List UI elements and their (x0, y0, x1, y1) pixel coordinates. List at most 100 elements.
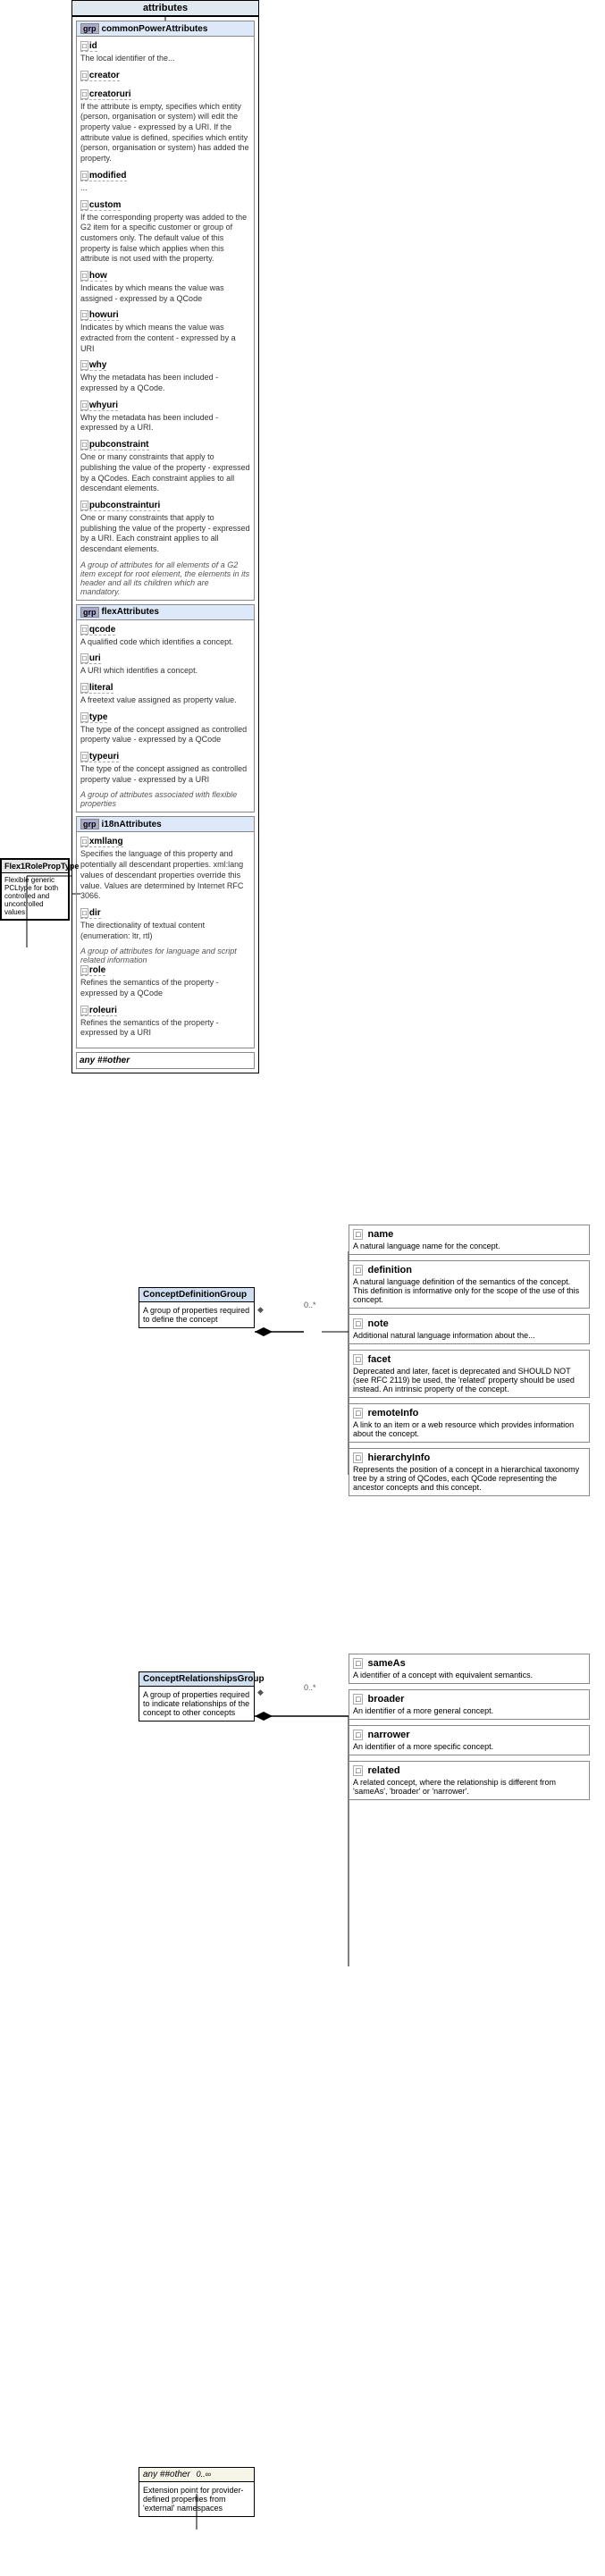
ext-box: any ##other 0..∞ Extension point for pro… (139, 2467, 255, 2517)
concept-rel-desc: A group of properties required to indica… (143, 1690, 249, 1717)
attr-modified-name: □modified (80, 171, 127, 181)
prop-hierarchyinfo-text: hierarchyInfo (368, 1452, 431, 1463)
prop-broader-label: □ broader (353, 1694, 585, 1705)
concept-def-left-mult: ◆ (257, 1305, 264, 1315)
attr-uri: □uri A URI which identifies a concept. (80, 652, 250, 677)
attr-id: □id The local identifier of the... (80, 40, 250, 64)
attr-how-desc: Indicates by which means the value was a… (80, 283, 250, 304)
prop-remoteinfo-text: remoteInfo (368, 1408, 419, 1418)
flex-role-title: Flex1RolePropType (4, 862, 79, 871)
attr-literal-name: □literal (80, 683, 113, 694)
prop-narrower-text: narrower (368, 1730, 410, 1740)
attr-qcode-desc: A qualified code which identifies a conc… (80, 637, 250, 648)
attributes-panel: grp commonPowerAttributes □id The local … (71, 16, 259, 1073)
prop-definition-text: definition (368, 1265, 413, 1275)
ext-header: any ##other 0..∞ (139, 2468, 254, 2482)
flex-attrs-header: grp flexAttributes (77, 605, 254, 620)
attr-id-desc: The local identifier of the... (80, 54, 250, 64)
prop-name-desc: A natural language name for the concept. (353, 1242, 585, 1250)
prop-narrower-label: □ narrower (353, 1730, 585, 1740)
attr-roleuri-desc: Refines the semantics of the property - … (80, 1018, 250, 1039)
attr-custom: □custom If the corresponding property wa… (80, 199, 250, 265)
prop-definition-box: □ definition A natural language definiti… (349, 1260, 590, 1309)
common-power-attrs-label: commonPowerAttributes (102, 24, 208, 34)
prop-narrower-box: □ narrower An identifier of a more speci… (349, 1725, 590, 1755)
concept-rel-right-mult: 0..* (304, 1683, 316, 1692)
attr-xmllang: □xmllang Specifies the language of this … (80, 836, 250, 901)
grp-icon: grp (80, 23, 99, 34)
prop-related-label: □ related (353, 1765, 585, 1776)
prop-hierarchyinfo-desc: Represents the position of a concept in … (353, 1465, 585, 1492)
attr-how: □how Indicates by which means the value … (80, 270, 250, 304)
attr-howuri: □howuri Indicates by which means the val… (80, 309, 250, 354)
common-power-attrs-header: grp commonPowerAttributes (77, 21, 254, 37)
right-relationship-props: □ sameAs A identifier of a concept with … (349, 1654, 590, 1806)
attr-xmllang-desc: Specifies the language of this property … (80, 849, 250, 901)
title-label: attributes (143, 3, 188, 13)
attr-typeuri-name: □typeuri (80, 752, 119, 762)
attr-type-name: □type (80, 712, 107, 723)
flex-role-content: Flexible generic PCLtype for both contro… (2, 873, 68, 919)
prop-remoteinfo-box: □ remoteInfo A link to an item or a web … (349, 1403, 590, 1443)
prop-remoteinfo-label: □ remoteInfo (353, 1408, 585, 1418)
concept-def-label: ConceptDefinitionGroup (143, 1290, 247, 1300)
concept-def-content: A group of properties required to define… (139, 1302, 254, 1327)
ext-content: Extension point for provider-defined pro… (139, 2482, 254, 2516)
attr-dir-name: □dir (80, 908, 101, 919)
flex-grp-icon: grp (80, 607, 99, 618)
prop-sameas-desc: A identifier of a concept with equivalen… (353, 1671, 585, 1679)
prop-facet-text: facet (368, 1354, 391, 1365)
common-power-attrs-content: □id The local identifier of the... □crea… (77, 37, 254, 600)
attr-xmllang-name: □xmllang (80, 837, 123, 847)
attr-howuri-desc: Indicates by which means the value was e… (80, 323, 250, 354)
attr-pubconstrainturi-name: □pubconstrainturi (80, 501, 160, 511)
concept-def-right-mult: 0..* (304, 1301, 316, 1309)
prop-facet-box: □ facet Deprecated and later, facet is d… (349, 1350, 590, 1398)
prop-related-desc: A related concept, where the relationshi… (353, 1778, 585, 1796)
concept-rel-left-mult: ◆ (257, 1688, 264, 1697)
prop-facet-label: □ facet (353, 1354, 585, 1365)
prop-name-box: □ name A natural language name for the c… (349, 1225, 590, 1255)
prop-remoteinfo-desc: A link to an item or a web resource whic… (353, 1420, 585, 1438)
attr-creatoruri-name: □creatoruri (80, 89, 131, 100)
prop-note-desc: Additional natural language information … (353, 1331, 585, 1340)
concept-def-desc: A group of properties required to define… (143, 1306, 249, 1324)
attr-roleuri: □roleuri Refines the semantics of the pr… (80, 1005, 250, 1039)
attr-dir-desc: The directionality of textual content (e… (80, 921, 250, 941)
attr-dir: □dir The directionality of textual conte… (80, 907, 250, 941)
i18n-attrs-header: grp i18nAttributes (77, 817, 254, 832)
prop-name-label: □ name (353, 1229, 585, 1240)
concept-rel-label: ConceptRelationshipsGroup (143, 1674, 265, 1684)
any-other-label: any ##other (80, 1056, 251, 1065)
flex-mandatory-note: A group of attributes associated with fl… (80, 790, 250, 808)
attr-creator: □creator (80, 70, 250, 83)
i18n-attrs-content: □xmllang Specifies the language of this … (77, 832, 254, 1048)
right-definition-props: □ name A natural language name for the c… (349, 1225, 590, 1502)
attr-modified-desc: ... (80, 183, 250, 194)
attr-uri-name: □uri (80, 653, 101, 664)
attr-qcode: □qcode A qualified code which identifies… (80, 624, 250, 648)
page-title: attributes (71, 0, 259, 16)
mult-label-rel: 0..* (304, 1683, 316, 1692)
flex-role-subtitle: Flexible generic PCLtype for both contro… (4, 876, 58, 916)
prop-related-box: □ related A related concept, where the r… (349, 1761, 590, 1800)
attr-type: □type The type of the concept assigned a… (80, 711, 250, 745)
i18n-attributes-section: grp i18nAttributes □xmllang Specifies th… (76, 816, 255, 1048)
attr-why-name: □why (80, 360, 106, 371)
flex-attributes-section: grp flexAttributes □qcode A qualified co… (76, 604, 255, 813)
attr-custom-desc: If the corresponding property was added … (80, 213, 250, 265)
attr-role-desc: Refines the semantics of the property - … (80, 978, 250, 998)
attr-literal: □literal A freetext value assigned as pr… (80, 682, 250, 706)
attr-why: □why Why the metadata has been included … (80, 359, 250, 393)
ext-mult: 0..∞ (197, 2470, 211, 2479)
ext-label: any ##other (143, 2470, 190, 2479)
attr-whyuri: □whyuri Why the metadata has been includ… (80, 400, 250, 434)
flex-attrs-content: □qcode A qualified code which identifies… (77, 620, 254, 812)
attr-whyuri-name: □whyuri (80, 400, 118, 411)
concept-rel-group-box: ConceptRelationshipsGroup A group of pro… (139, 1671, 255, 1722)
attr-role-name: □role (80, 965, 105, 976)
prop-sameas-box: □ sameAs A identifier of a concept with … (349, 1654, 590, 1684)
prop-broader-box: □ broader An identifier of a more genera… (349, 1689, 590, 1720)
ext-desc: Extension point for provider-defined pro… (143, 2486, 244, 2513)
attr-roleuri-name: □roleuri (80, 1006, 117, 1016)
